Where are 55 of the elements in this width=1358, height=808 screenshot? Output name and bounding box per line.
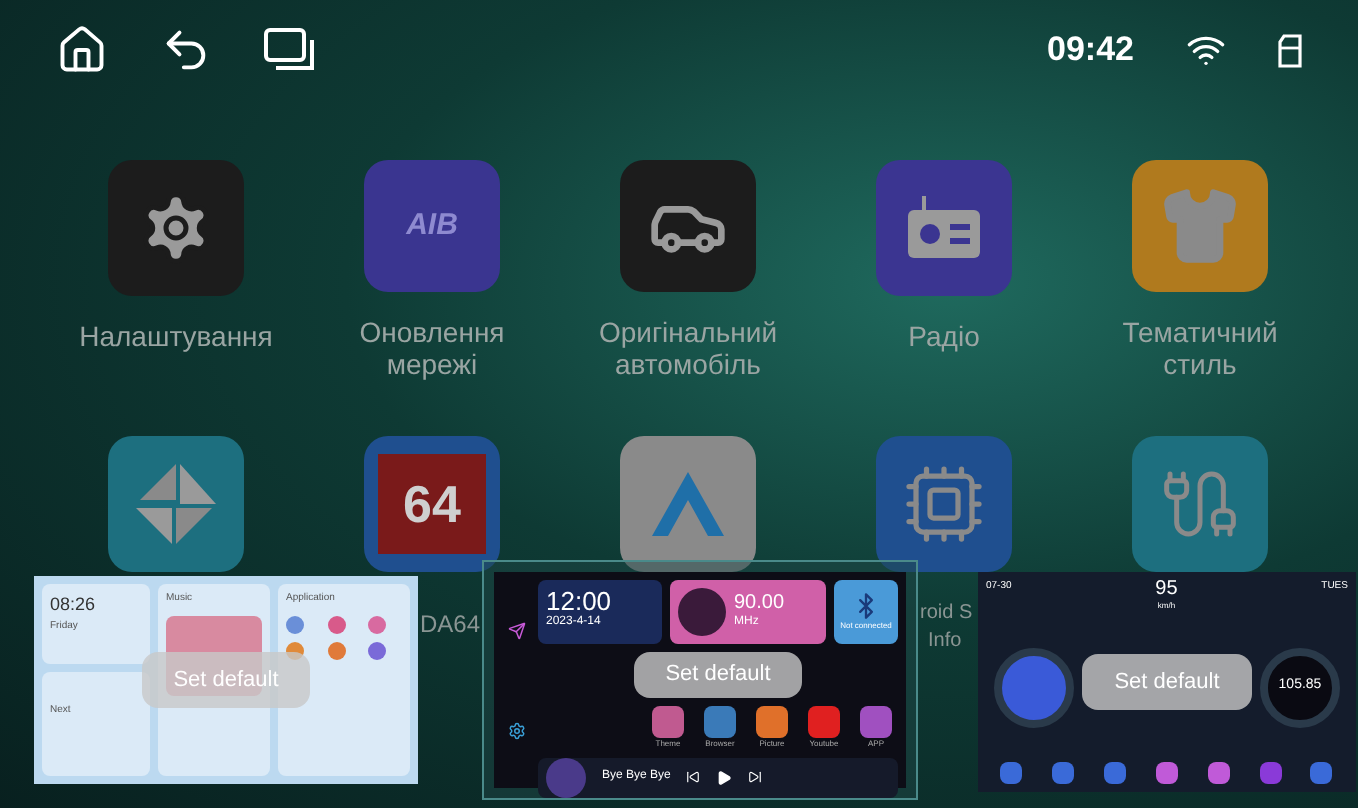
recents-icon[interactable]: [264, 28, 316, 72]
app-label: Оновлення мережі: [357, 316, 507, 380]
tile-number: 64: [378, 454, 486, 554]
app-tile[interactable]: [876, 160, 1012, 296]
radio-icon: [904, 194, 984, 262]
dock-icon[interactable]: [1155, 762, 1178, 784]
dock-icon[interactable]: [1000, 762, 1023, 784]
diamond-icon: [132, 460, 220, 548]
dock-icon[interactable]: [1259, 762, 1282, 784]
app-label: Info: [928, 628, 962, 656]
clock: 09:42: [1047, 28, 1134, 73]
set-default-button[interactable]: Set default: [1082, 653, 1252, 711]
home-icon[interactable]: [56, 24, 108, 76]
clock-text: 12:00: [546, 588, 614, 614]
app-tile[interactable]: [108, 436, 244, 572]
previous-icon[interactable]: [686, 770, 701, 784]
set-default-button[interactable]: Set default: [141, 651, 311, 709]
app-tile[interactable]: 64: [364, 436, 500, 572]
frequency-text: 90.00: [734, 593, 785, 613]
shortcut-tile[interactable]: [860, 705, 892, 737]
app-label: DA64: [420, 608, 481, 642]
shirt-icon: [1160, 186, 1240, 266]
shortcut-tile[interactable]: [704, 705, 736, 737]
play-icon[interactable]: [716, 769, 733, 785]
sd-card-icon: [1278, 33, 1302, 67]
speed-text: 95: [1155, 580, 1178, 600]
app-tile[interactable]: [1132, 436, 1268, 572]
app-tile[interactable]: [108, 160, 244, 296]
set-default-button[interactable]: Set default: [633, 652, 803, 697]
left-gauge: [994, 647, 1074, 727]
arrow-icon: [648, 468, 728, 540]
dock-icon[interactable]: [1207, 762, 1230, 784]
settings-icon: [507, 721, 525, 739]
dock-icon[interactable]: [1104, 762, 1127, 784]
shortcut-tile[interactable]: [756, 705, 788, 737]
app-tile[interactable]: [620, 160, 756, 292]
app-label: Налаштування: [77, 320, 275, 352]
app-label: roid S: [920, 600, 973, 628]
dock-icon[interactable]: [1310, 762, 1333, 784]
avatar: [546, 757, 586, 797]
next-icon[interactable]: [748, 770, 763, 784]
app-label: Тематичний стиль: [1120, 316, 1280, 380]
app-label: Оригінальний автомобіль: [596, 316, 780, 380]
cpu-icon: [902, 462, 986, 546]
send-icon: [507, 621, 525, 639]
logo-text: AIB: [406, 205, 458, 246]
app-tile[interactable]: [620, 436, 756, 572]
app-tile[interactable]: [1132, 160, 1268, 292]
app-tile[interactable]: [876, 436, 1012, 572]
clock-text: 08:26: [50, 592, 98, 618]
app-label: Радіо: [906, 320, 982, 352]
shortcut-tile[interactable]: [652, 705, 684, 737]
app-tile[interactable]: AIB: [364, 160, 500, 292]
shortcut-tile[interactable]: [808, 705, 840, 737]
dock-icon[interactable]: [1052, 762, 1075, 784]
